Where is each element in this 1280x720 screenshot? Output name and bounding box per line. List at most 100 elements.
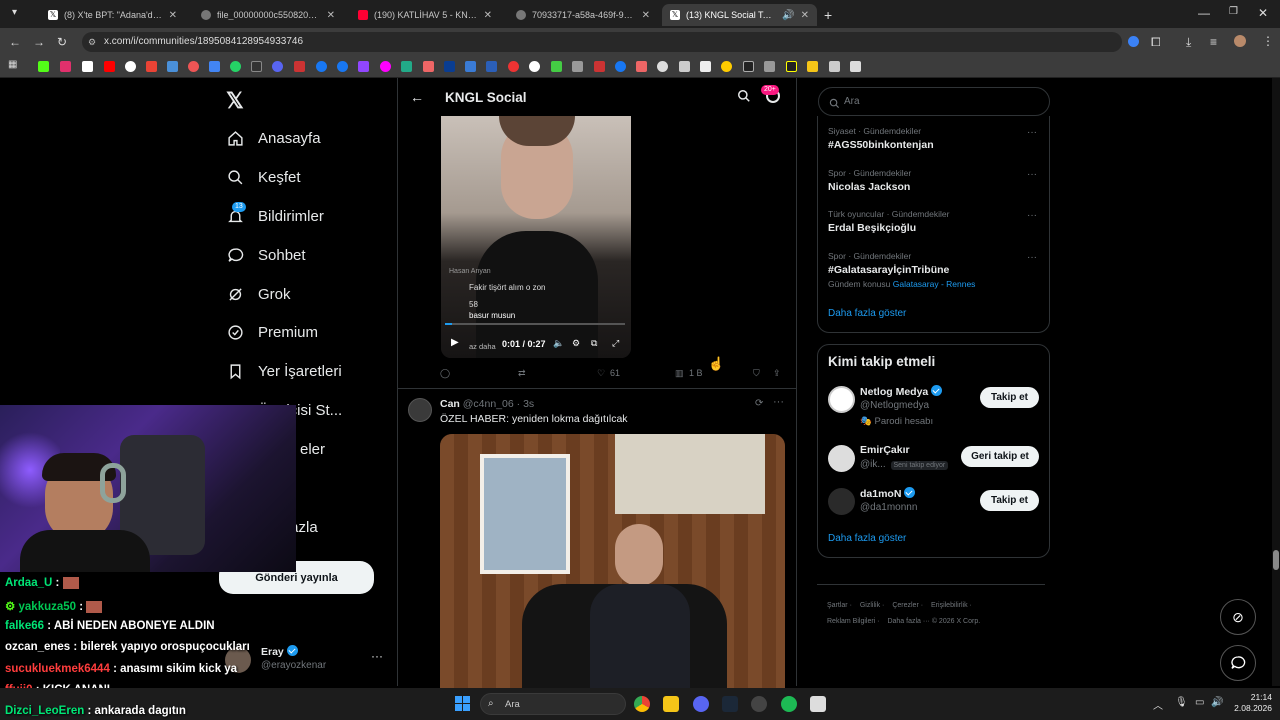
like-icon[interactable]: ♡ <box>597 368 605 379</box>
clock[interactable]: 21:14 2.08.2026 <box>1228 692 1272 714</box>
footer-link[interactable]: Şartlar <box>827 602 848 609</box>
views-icon[interactable]: ▥ <box>675 368 684 379</box>
display-icon[interactable]: ▭ <box>1195 697 1204 708</box>
avatar[interactable] <box>408 398 432 422</box>
share-icon[interactable]: ⇪ <box>773 368 781 379</box>
download-icon[interactable]: ⤓ <box>1186 35 1191 50</box>
bookmark-icon[interactable] <box>700 61 711 72</box>
window-close-icon[interactable]: ✕ <box>1258 6 1268 20</box>
bookmark-icon[interactable] <box>294 61 305 72</box>
play-icon[interactable]: ▶ <box>451 337 459 348</box>
messages-float-icon[interactable] <box>1220 645 1256 681</box>
trends-show-more-link[interactable]: Daha fazla göster <box>828 308 906 319</box>
bookmark-icon[interactable]: ⛉ <box>753 368 760 379</box>
tab-2[interactable]: file_00000000c550820ab68ca3 ✕ <box>193 4 343 26</box>
reply-icon[interactable]: ◯ <box>440 368 450 379</box>
bookmark-icon[interactable] <box>423 61 434 72</box>
repost-icon[interactable]: ⇄ <box>518 368 526 379</box>
bookmark-icon[interactable] <box>167 61 178 72</box>
bookmark-x-icon[interactable] <box>82 61 93 72</box>
more-dots-icon[interactable]: ··· <box>371 649 383 663</box>
nav-chat[interactable]: Sohbet <box>226 246 306 264</box>
tab-4[interactable]: 70933717-a58a-469f-9632-dca ✕ <box>508 4 658 26</box>
discord-icon[interactable] <box>693 696 709 712</box>
bookmark-whatsapp-icon[interactable] <box>230 61 241 72</box>
bookmark-icon[interactable] <box>401 61 412 72</box>
profile-avatar[interactable] <box>1234 35 1246 47</box>
obs-icon[interactable] <box>751 696 767 712</box>
bookmark-folder-icon[interactable] <box>807 61 818 72</box>
footer-link[interactable]: Reklam Bilgileri <box>827 618 875 625</box>
close-icon[interactable]: ✕ <box>642 10 650 21</box>
post-author-handle[interactable]: @c4nn_06 <box>463 398 514 410</box>
pip-icon[interactable]: ⧉ <box>591 338 597 349</box>
follow-show-more-link[interactable]: Daha fazla göster <box>828 533 906 544</box>
post-time[interactable]: 3s <box>523 398 534 410</box>
follow-button[interactable]: Takip et <box>980 387 1039 408</box>
follow-back-button[interactable]: Geri takip et <box>961 446 1039 467</box>
footer-link[interactable]: Çerezler <box>892 602 918 609</box>
maximize-icon[interactable]: ❐ <box>1229 6 1238 17</box>
bookmark-icon[interactable] <box>444 61 455 72</box>
search-box[interactable]: Ara <box>818 87 1050 116</box>
bookmark-icon[interactable] <box>764 61 775 72</box>
grok-explain-icon[interactable]: ⟳ <box>755 398 763 409</box>
trend-item[interactable]: Siyaset · Gündemdekiler #AGS50binkontenj… <box>828 126 1028 151</box>
bookmark-icon[interactable] <box>486 61 497 72</box>
footer-link[interactable]: Gizlilik <box>860 602 880 609</box>
extension-icon[interactable] <box>1128 36 1139 47</box>
close-icon[interactable]: ✕ <box>169 10 177 21</box>
calculator-icon[interactable] <box>810 696 826 712</box>
bookmark-icon[interactable] <box>829 61 840 72</box>
bookmark-icon[interactable] <box>316 61 327 72</box>
more-dots-icon[interactable]: ··· <box>1027 210 1037 221</box>
volume-icon[interactable]: 🔈 <box>553 338 564 349</box>
media-icon[interactable]: ≡ <box>1210 35 1217 49</box>
nav-explore[interactable]: Keşfet <box>226 168 301 186</box>
bookmark-icon[interactable] <box>529 61 540 72</box>
minimize-icon[interactable]: — <box>1198 6 1210 20</box>
tab-search-icon[interactable]: ▾ <box>12 7 17 18</box>
bookmark-icon[interactable] <box>465 61 476 72</box>
post-author-name[interactable]: Can <box>440 398 460 410</box>
menu-icon[interactable]: ⋮ <box>1262 34 1274 48</box>
bookmark-icon[interactable] <box>679 61 690 72</box>
apps-icon[interactable]: ▦ <box>8 59 19 70</box>
trend-item[interactable]: Spor · Gündemdekiler #GalatasarayİçinTri… <box>828 251 1038 289</box>
bookmark-google-icon[interactable] <box>125 61 136 72</box>
trend-item[interactable]: Türk oyuncular · Gündemdekiler Erdal Beş… <box>828 209 1028 234</box>
bookmark-icon[interactable] <box>380 61 391 72</box>
follow-button[interactable]: Takip et <box>980 490 1039 511</box>
bookmark-icon[interactable] <box>850 61 861 72</box>
new-tab-icon[interactable]: + <box>824 7 832 23</box>
footer-link[interactable]: Daha fazla ··· <box>887 618 929 625</box>
tab-1[interactable]: 𝕏 (8) X'te BPT: "Adana'da küçük y ✕ <box>40 4 185 26</box>
bookmark-icon[interactable] <box>209 61 220 72</box>
bookmark-instagram-icon[interactable] <box>60 61 71 72</box>
footer-link[interactable]: Erişilebilirlik <box>931 602 968 609</box>
bookmark-icon[interactable] <box>551 61 562 72</box>
steam-icon[interactable] <box>722 696 738 712</box>
forward-icon[interactable]: → <box>33 35 45 49</box>
taskbar-search[interactable]: ⌕ Ara <box>480 693 626 715</box>
settings-icon[interactable]: ⚙ <box>572 338 580 349</box>
chrome-icon[interactable] <box>634 696 650 712</box>
bookmark-kick-icon[interactable] <box>38 61 49 72</box>
bookmark-facebook-icon[interactable] <box>337 61 348 72</box>
more-dots-icon[interactable]: ··· <box>1027 127 1037 138</box>
nav-home[interactable]: Anasayfa <box>226 129 321 147</box>
nav-grok[interactable]: Grok <box>226 285 291 303</box>
back-icon[interactable]: ← <box>9 35 21 49</box>
spotify-icon[interactable] <box>781 696 797 712</box>
close-icon[interactable]: ✕ <box>327 10 335 21</box>
more-dots-icon[interactable]: ··· <box>773 396 784 408</box>
page-scrollbar[interactable] <box>1272 78 1280 686</box>
grok-float-icon[interactable]: ⊘ <box>1220 599 1256 635</box>
bookmark-twitch-icon[interactable] <box>358 61 369 72</box>
avatar[interactable] <box>828 386 855 413</box>
nav-bookmarks[interactable]: Yer İşaretleri <box>226 362 342 380</box>
bookmark-icon[interactable] <box>721 61 732 72</box>
windows-start-icon[interactable] <box>455 696 470 711</box>
search-icon[interactable] <box>737 89 751 108</box>
tray-chevron-icon[interactable]: ︿ <box>1153 697 1163 712</box>
